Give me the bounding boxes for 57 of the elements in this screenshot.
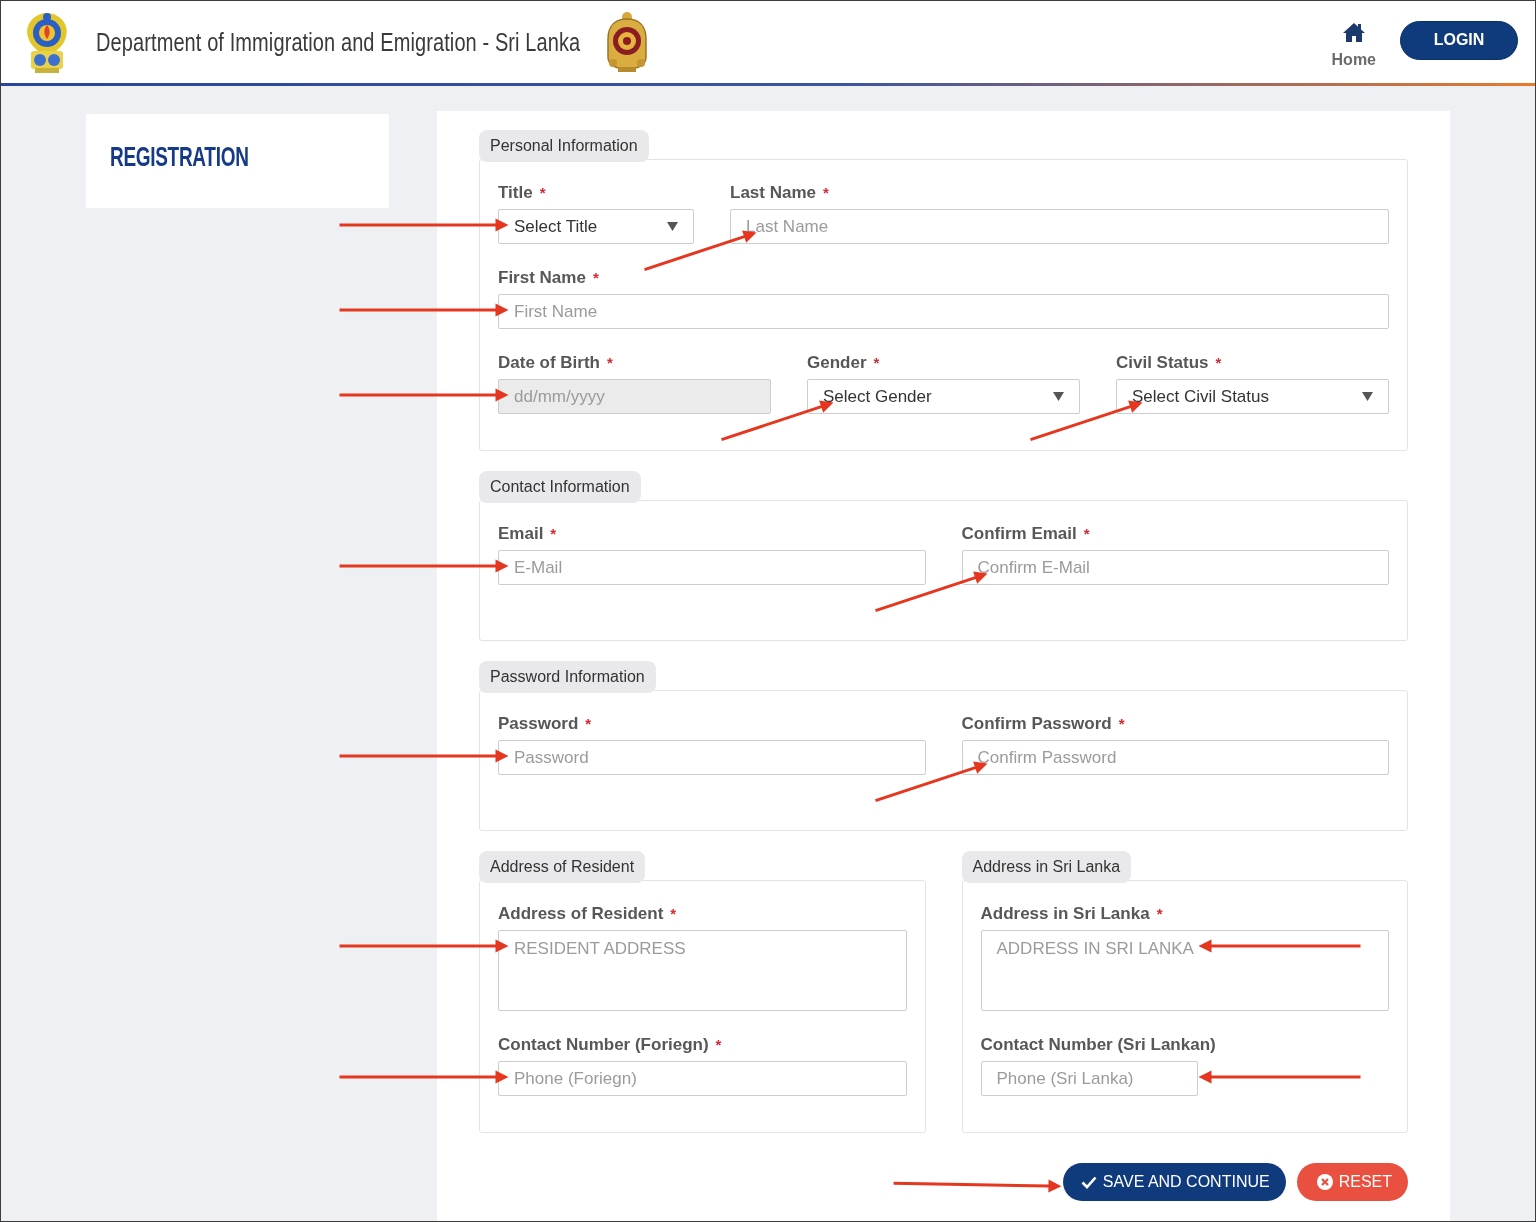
field-label: Contact Number (Sri Lankan) xyxy=(980,1035,1216,1054)
page-heading: REGISTRATION xyxy=(110,140,249,173)
input-field[interactable]: Phone (Foriegn) xyxy=(498,1061,907,1096)
required-mark: * xyxy=(539,184,546,201)
section-legend: Contact Information xyxy=(479,471,641,503)
section-legend: Address in Sri Lanka xyxy=(961,851,1132,883)
close-circle-icon xyxy=(1316,1174,1333,1190)
caret-icon xyxy=(1362,392,1373,401)
text-area[interactable]: ADDRESS IN SRI LANKA xyxy=(980,930,1389,1011)
input-field[interactable]: Last Name xyxy=(730,209,1389,244)
field-label: Email xyxy=(498,524,544,543)
required-mark: * xyxy=(1156,905,1163,922)
save-button[interactable]: SAVE AND CONTINUE xyxy=(1062,1163,1286,1201)
required-mark: * xyxy=(607,354,613,371)
home-link[interactable]: Home xyxy=(1331,21,1376,69)
field-label: Confirm Password xyxy=(961,714,1112,733)
section-legend: Address of Resident xyxy=(479,851,646,883)
field-label: Address in Sri Lanka xyxy=(980,904,1150,923)
section-legend: Password Information xyxy=(479,661,656,693)
required-mark: * xyxy=(1083,525,1090,542)
dropdown[interactable]: Select Title xyxy=(498,209,694,244)
caret-icon xyxy=(1053,392,1064,401)
input-field[interactable]: Password xyxy=(498,740,926,775)
input-field[interactable]: Confirm Password xyxy=(961,740,1389,775)
field-label: Title xyxy=(498,183,533,202)
caret-icon xyxy=(667,222,678,231)
section-legend: Personal Information xyxy=(479,130,649,162)
field-label: Last Name xyxy=(730,183,816,202)
site-title: Department of Immigration and Emigration - Sri Lanka xyxy=(96,27,581,57)
required-mark: * xyxy=(670,905,677,922)
required-mark: * xyxy=(550,525,557,542)
home-icon xyxy=(1341,21,1366,43)
input-field[interactable]: E-Mail xyxy=(498,550,926,585)
required-mark: * xyxy=(715,1036,722,1053)
reset-button[interactable]: RESET xyxy=(1296,1163,1408,1201)
field-label: Address of Resident xyxy=(498,904,664,923)
required-mark: * xyxy=(585,715,592,732)
input-field[interactable]: Phone (Sri Lanka) xyxy=(980,1061,1198,1096)
field-label: Gender xyxy=(807,353,867,372)
required-mark: * xyxy=(1118,715,1125,732)
required-mark: * xyxy=(1215,354,1222,371)
input-field[interactable]: First Name xyxy=(498,294,1389,329)
field-label: Date of Birth xyxy=(498,353,600,372)
field-label: First Name xyxy=(498,268,586,287)
required-mark: * xyxy=(592,269,599,286)
login-button[interactable]: LOGIN xyxy=(1400,20,1518,60)
field-label: Password xyxy=(498,714,579,733)
input-field[interactable]: Confirm E-Mail xyxy=(961,550,1389,585)
field-label: Contact Number (Foriegn) xyxy=(498,1035,709,1054)
field-label: Confirm Email xyxy=(961,524,1077,543)
text-area[interactable]: RESIDENT ADDRESS xyxy=(498,930,907,1011)
dropdown[interactable]: Select Civil Status xyxy=(1116,379,1389,414)
field-label: Civil Status xyxy=(1116,353,1209,372)
dropdown[interactable]: Select Gender xyxy=(807,379,1080,414)
required-mark: * xyxy=(873,354,880,371)
required-mark: * xyxy=(823,184,829,201)
check-icon xyxy=(1080,1174,1097,1190)
